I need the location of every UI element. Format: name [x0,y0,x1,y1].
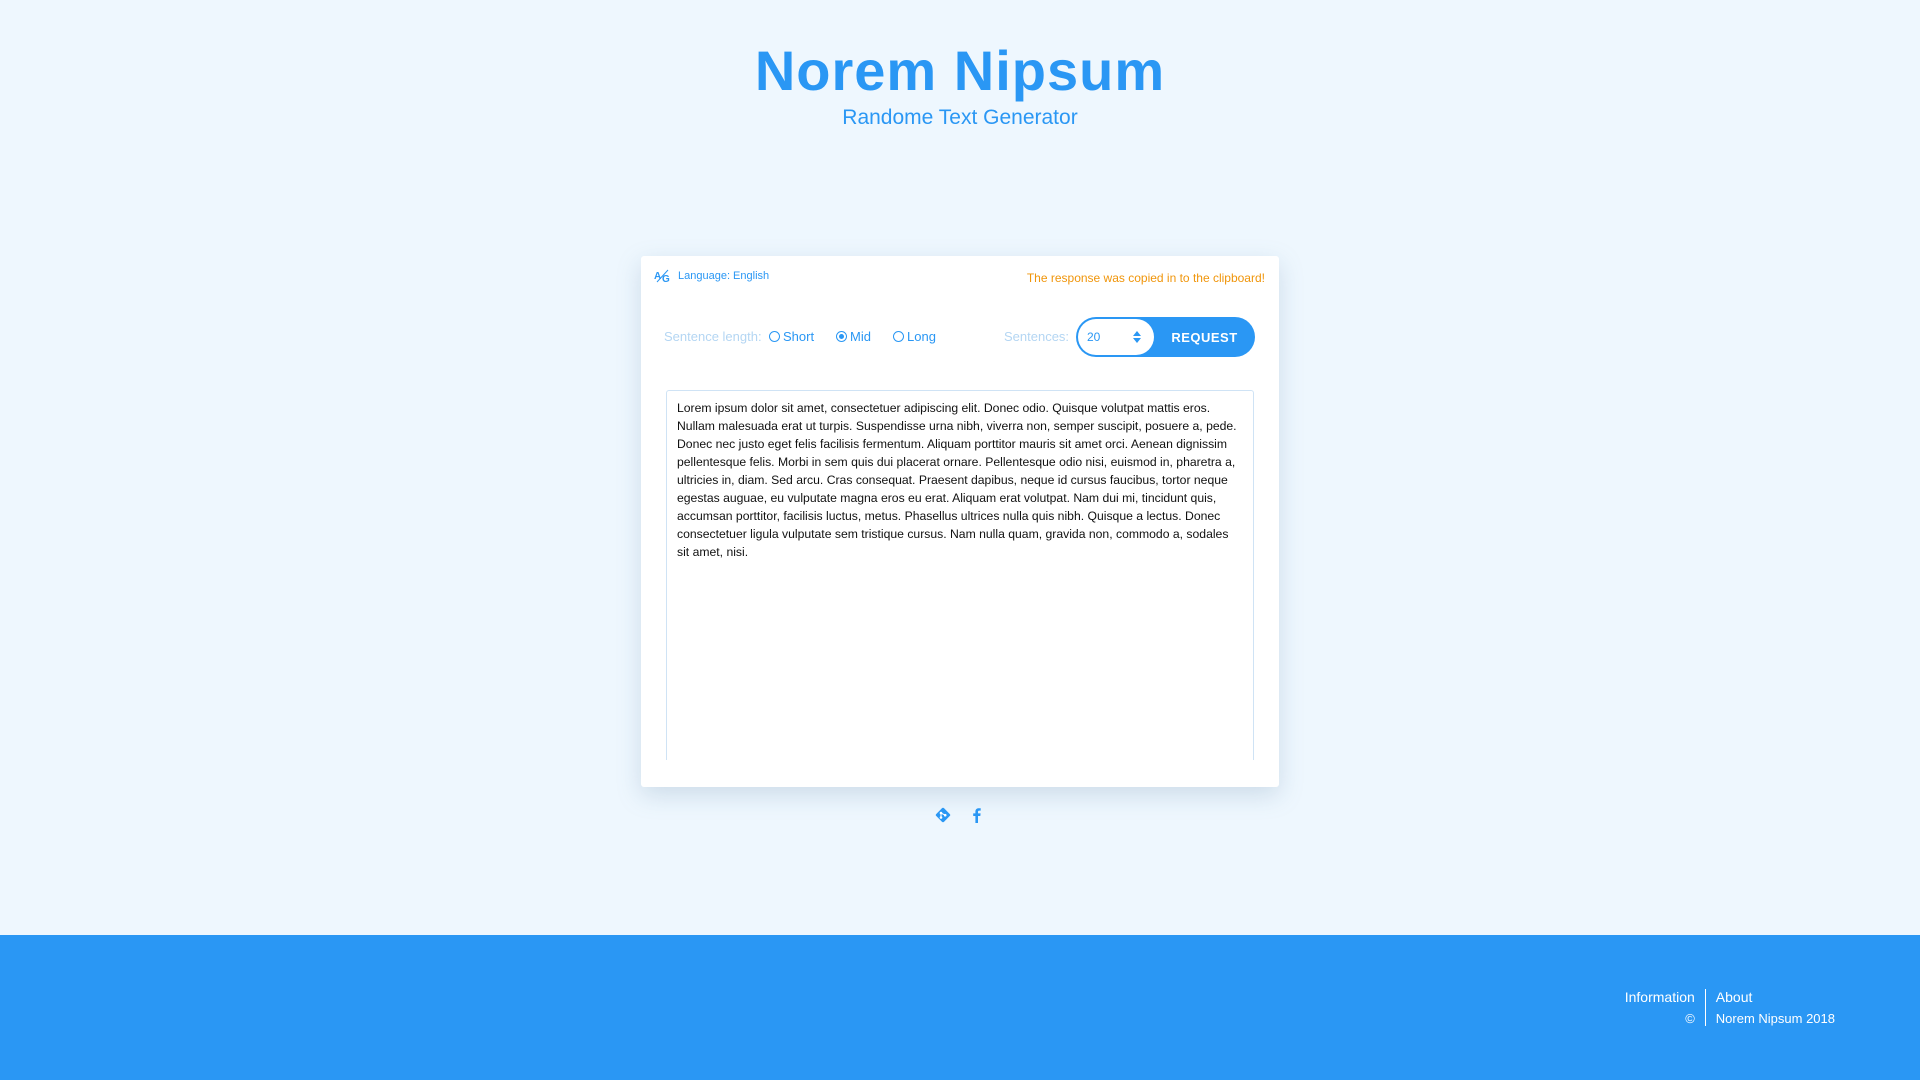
controls-row: Sentence length: Short Mid Long Sentence… [664,317,1255,357]
page: Norem Nipsum Randome Text Generator A G … [0,0,1920,1080]
footer-left-column: Information © [1625,989,1706,1026]
sentence-length-label: Sentence length: [664,329,762,344]
chevron-down-icon[interactable] [1133,338,1141,343]
request-button[interactable]: REQUEST [1154,317,1255,357]
radio-short[interactable]: Short [769,329,814,344]
sentences-label: Sentences: [1004,329,1070,344]
footer-right-column: About Norem Nipsum 2018 [1706,989,1835,1026]
language-selector[interactable]: A G Language: English [654,269,769,283]
radio-long-label: Long [907,329,936,344]
stepper-arrows[interactable] [1130,331,1144,343]
sentences-stepper[interactable]: 20 [1078,319,1154,355]
radio-mid-label: Mid [850,329,871,344]
copyright-icon: © [1685,1011,1695,1026]
copied-notice: The response was copied in to the clipbo… [1026,271,1265,285]
chevron-up-icon[interactable] [1133,331,1141,336]
social-links [0,806,1920,824]
footer: Information © About Norem Nipsum 2018 [0,935,1920,1080]
facebook-icon[interactable] [968,806,986,824]
radio-mid-indicator[interactable] [836,331,847,342]
about-link[interactable]: About [1716,989,1835,1005]
git-icon[interactable] [934,806,952,824]
information-link[interactable]: Information [1625,989,1695,1005]
copyright-text: Norem Nipsum 2018 [1715,1011,1835,1026]
svg-text:A: A [654,271,661,282]
footer-links: Information © About Norem Nipsum 2018 [1625,989,1835,1026]
radio-long-indicator[interactable] [893,331,904,342]
generator-card: A G Language: English The response was c… [641,256,1279,787]
header: Norem Nipsum Randome Text Generator [0,40,1920,130]
radio-short-label: Short [783,329,815,344]
sentences-input[interactable]: 20 [1087,330,1130,344]
request-group: 20 REQUEST [1076,317,1255,357]
radio-long[interactable]: Long [893,329,936,344]
radio-mid[interactable]: Mid [836,329,871,344]
radio-short-indicator[interactable] [769,331,780,342]
translate-icon: A G [654,269,672,283]
page-title: Norem Nipsum [754,39,1166,102]
page-subtitle: Randome Text Generator [842,106,1078,129]
output-textarea[interactable]: Lorem ipsum dolor sit amet, consectetuer… [666,390,1254,760]
language-label: Language: English [678,270,770,282]
